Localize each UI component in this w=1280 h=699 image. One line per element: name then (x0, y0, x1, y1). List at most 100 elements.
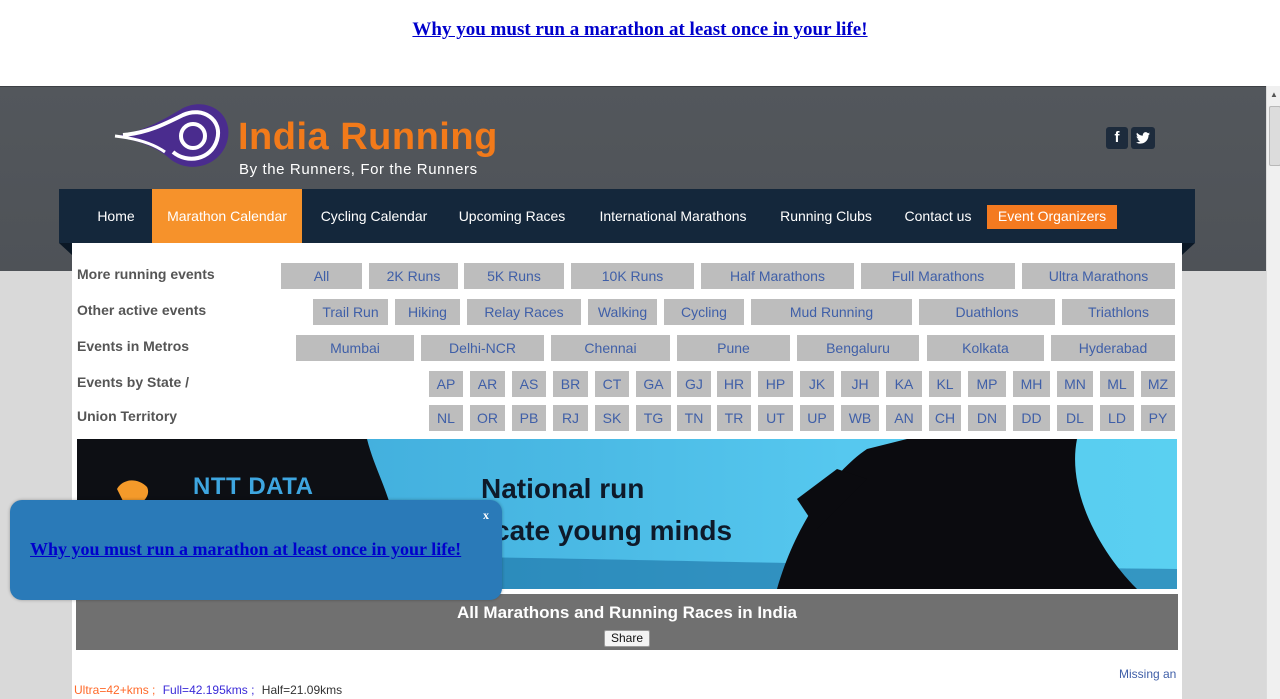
distance-legend: Ultra=42+kms ; Full=42.195kms ; Half=21.… (74, 683, 342, 697)
filter-mud-running[interactable]: Mud Running (751, 299, 912, 325)
metro-mumbai[interactable]: Mumbai (296, 335, 414, 361)
filter-relay-races[interactable]: Relay Races (467, 299, 581, 325)
union-territory-label: Union Territory (77, 408, 178, 424)
share-button[interactable]: Share (604, 630, 650, 647)
twitter-bird-icon (1136, 132, 1150, 144)
state-tg[interactable]: TG (636, 405, 671, 431)
state-mp[interactable]: MP (968, 371, 1006, 397)
state-rj[interactable]: RJ (553, 405, 588, 431)
metro-chennai[interactable]: Chennai (551, 335, 670, 361)
filter-duathlons[interactable]: Duathlons (919, 299, 1055, 325)
state-dd[interactable]: DD (1013, 405, 1050, 431)
nav-contact-us[interactable]: Contact us (895, 189, 981, 243)
vertical-scrollbar[interactable]: ▲ (1266, 86, 1280, 699)
nav-fold-right (1182, 243, 1195, 255)
metro-pune[interactable]: Pune (677, 335, 790, 361)
filter-all[interactable]: All (281, 263, 362, 289)
filter-2k-runs[interactable]: 2K Runs (369, 263, 458, 289)
twitter-icon[interactable] (1131, 127, 1155, 149)
events-by-state-label: Events by State / (77, 374, 190, 390)
state-ar[interactable]: AR (470, 371, 505, 397)
state-br[interactable]: BR (553, 371, 588, 397)
state-ct[interactable]: CT (595, 371, 629, 397)
state-tr[interactable]: TR (717, 405, 751, 431)
filter-ultra-marathons[interactable]: Ultra Marathons (1022, 263, 1175, 289)
filter-half-marathons[interactable]: Half Marathons (701, 263, 854, 289)
state-wb[interactable]: WB (841, 405, 879, 431)
filter-5k-runs[interactable]: 5K Runs (464, 263, 564, 289)
state-gj[interactable]: GJ (677, 371, 711, 397)
state-dl[interactable]: DL (1057, 405, 1093, 431)
state-an[interactable]: AN (886, 405, 922, 431)
filter-hiking[interactable]: Hiking (395, 299, 460, 325)
state-jh[interactable]: JH (841, 371, 879, 397)
state-mz[interactable]: MZ (1141, 371, 1175, 397)
nav-running-clubs[interactable]: Running Clubs (771, 189, 881, 243)
state-mn[interactable]: MN (1057, 371, 1093, 397)
logo-tagline: By the Runners, For the Runners (239, 161, 478, 178)
state-ml[interactable]: ML (1100, 371, 1134, 397)
banner-headline-2: cate young minds (494, 515, 733, 546)
nav-fold-left (59, 243, 72, 255)
legend-ultra: Ultra=42+kms ; (74, 683, 156, 697)
scroll-thumb[interactable] (1269, 106, 1280, 166)
facebook-icon[interactable]: f (1106, 127, 1128, 149)
nav-cycling-calendar[interactable]: Cycling Calendar (311, 189, 437, 243)
nav-home[interactable]: Home (83, 189, 149, 243)
filter-trail-run[interactable]: Trail Run (313, 299, 388, 325)
top-promo-bar: Why you must run a marathon at least onc… (0, 0, 1280, 86)
state-ga[interactable]: GA (636, 371, 671, 397)
events-in-metros-label: Events in Metros (77, 338, 190, 354)
state-ch[interactable]: CH (929, 405, 961, 431)
state-mh[interactable]: MH (1013, 371, 1050, 397)
filter-full-marathons[interactable]: Full Marathons (861, 263, 1015, 289)
metro-bengaluru[interactable]: Bengaluru (797, 335, 919, 361)
filter-triathlons[interactable]: Triathlons (1062, 299, 1175, 325)
popup-promo-link[interactable]: Why you must run a marathon at least onc… (30, 539, 461, 560)
listing-header-panel: All Marathons and Running Races in India… (76, 594, 1178, 650)
legend-full: Full=42.195kms ; (162, 683, 255, 697)
listing-title: All Marathons and Running Races in India (456, 603, 798, 622)
running-swirl-logo-icon (114, 104, 229, 167)
filter-10k-runs[interactable]: 10K Runs (571, 263, 694, 289)
state-hp[interactable]: HP (758, 371, 793, 397)
nav-upcoming-races[interactable]: Upcoming Races (450, 189, 574, 243)
main-navigation: Home Marathon Calendar Cycling Calendar … (59, 189, 1195, 243)
state-ap[interactable]: AP (429, 371, 463, 397)
site-logo[interactable]: India Running By the Runners, For the Ru… (113, 102, 497, 182)
state-as[interactable]: AS (512, 371, 546, 397)
banner-headline-1: National run (481, 473, 645, 504)
filter-walking[interactable]: Walking (588, 299, 657, 325)
nav-marathon-calendar[interactable]: Marathon Calendar (152, 189, 302, 243)
state-py[interactable]: PY (1141, 405, 1175, 431)
state-tn[interactable]: TN (677, 405, 711, 431)
state-jk[interactable]: JK (800, 371, 834, 397)
nav-event-organizers[interactable]: Event Organizers (987, 205, 1117, 229)
top-promo-link[interactable]: Why you must run a marathon at least onc… (412, 19, 867, 41)
promo-popup: x Why you must run a marathon at least o… (10, 500, 502, 600)
state-hr[interactable]: HR (717, 371, 751, 397)
more-running-events-label: More running events (77, 266, 215, 282)
nav-international-marathons[interactable]: International Marathons (589, 189, 757, 243)
metro-kolkata[interactable]: Kolkata (927, 335, 1044, 361)
missing-event-link[interactable]: Missing an (1119, 667, 1176, 681)
filter-cycling[interactable]: Cycling (664, 299, 744, 325)
metro-hyderabad[interactable]: Hyderabad (1051, 335, 1175, 361)
logo-title: India Running (238, 116, 498, 158)
state-nl[interactable]: NL (429, 405, 463, 431)
state-dn[interactable]: DN (968, 405, 1006, 431)
state-up[interactable]: UP (800, 405, 834, 431)
scroll-up-arrow-icon[interactable]: ▲ (1268, 88, 1280, 102)
state-kl[interactable]: KL (929, 371, 961, 397)
other-active-events-label: Other active events (77, 302, 207, 318)
metro-delhi-ncr[interactable]: Delhi-NCR (421, 335, 544, 361)
state-pb[interactable]: PB (512, 405, 546, 431)
state-or[interactable]: OR (470, 405, 505, 431)
state-ka[interactable]: KA (886, 371, 922, 397)
close-icon[interactable]: x (483, 508, 489, 523)
legend-half: Half=21.09kms (261, 683, 343, 697)
state-ut[interactable]: UT (758, 405, 793, 431)
state-ld[interactable]: LD (1100, 405, 1134, 431)
state-sk[interactable]: SK (595, 405, 629, 431)
sponsor-brand: NTT DATA (193, 473, 314, 500)
